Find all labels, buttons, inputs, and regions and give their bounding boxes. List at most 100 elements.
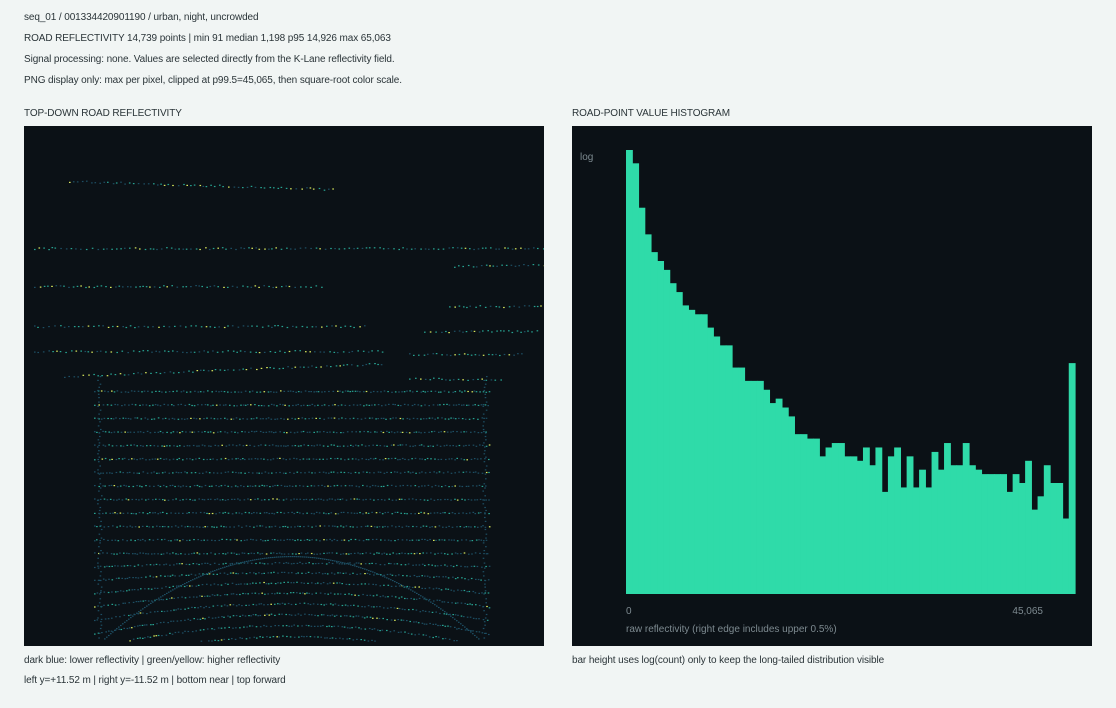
reflectivity-point — [195, 563, 198, 565]
reflectivity-point — [196, 484, 199, 487]
reflectivity-point — [374, 363, 376, 365]
reflectivity-point — [198, 351, 201, 353]
reflectivity-point — [219, 431, 222, 433]
reflectivity-point — [393, 471, 396, 473]
reflectivity-point — [141, 486, 143, 488]
reflectivity-point — [96, 592, 99, 594]
reflectivity-point — [331, 552, 334, 554]
reflectivity-point — [402, 484, 404, 487]
reflectivity-point — [136, 637, 139, 639]
reflectivity-point — [186, 539, 188, 542]
reflectivity-point — [452, 430, 454, 433]
reflectivity-point — [319, 351, 322, 353]
reflectivity-point — [290, 526, 292, 528]
reflectivity-point — [296, 562, 299, 564]
reflectivity-point — [118, 628, 120, 630]
reflectivity-point — [350, 512, 353, 514]
reflectivity-point — [289, 471, 291, 474]
reflectivity-point — [336, 539, 339, 542]
reflectivity-point — [203, 418, 205, 420]
reflectivity-point — [237, 457, 239, 460]
reflectivity-point — [413, 574, 416, 577]
reflectivity-point — [252, 539, 254, 541]
reflectivity-point — [435, 353, 438, 355]
reflectivity-point — [364, 417, 367, 419]
reflectivity-point — [162, 599, 165, 601]
reflectivity-point — [306, 556, 308, 558]
reflectivity-point — [97, 389, 99, 392]
reflectivity-point — [413, 553, 416, 555]
reflectivity-point — [198, 457, 201, 459]
reflectivity-point — [320, 603, 323, 606]
reflectivity-point — [154, 512, 156, 514]
reflectivity-point — [176, 286, 179, 288]
reflectivity-point — [133, 431, 135, 433]
reflectivity-point — [396, 582, 398, 584]
reflectivity-point — [307, 625, 310, 627]
reflectivity-point — [137, 613, 140, 615]
reflectivity-point — [209, 431, 212, 433]
reflectivity-point — [404, 631, 406, 633]
reflectivity-point — [234, 391, 236, 393]
reflectivity-point — [340, 404, 343, 406]
reflectivity-point — [458, 353, 461, 356]
histogram-bar — [713, 336, 721, 594]
reflectivity-point — [424, 378, 427, 380]
reflectivity-point — [97, 248, 100, 251]
reflectivity-point — [156, 538, 159, 540]
reflectivity-point — [213, 418, 216, 420]
reflectivity-point — [244, 351, 246, 353]
histogram-bar — [962, 443, 970, 594]
reflectivity-point — [213, 285, 216, 287]
reflectivity-point — [255, 626, 258, 628]
reflectivity-point — [450, 615, 452, 617]
reflectivity-point — [374, 457, 377, 460]
reflectivity-point — [411, 458, 413, 460]
reflectivity-point — [216, 498, 219, 500]
reflectivity-point — [257, 458, 259, 460]
reflectivity-point — [225, 404, 227, 406]
reflectivity-point — [450, 539, 453, 541]
reflectivity-point — [400, 631, 402, 633]
reflectivity-point — [256, 558, 258, 561]
reflectivity-point — [127, 391, 130, 393]
reflectivity-point — [377, 485, 380, 487]
reflectivity-point — [262, 540, 264, 542]
reflectivity-point — [359, 431, 361, 433]
reflectivity-point — [186, 418, 189, 420]
reflectivity-point — [68, 375, 70, 378]
reflectivity-point — [380, 391, 382, 393]
histogram-bar — [887, 456, 895, 594]
reflectivity-point — [237, 525, 240, 527]
reflectivity-point — [435, 539, 437, 541]
reflectivity-point — [267, 539, 269, 541]
reflectivity-point — [410, 248, 413, 250]
reflectivity-point — [187, 574, 190, 576]
reflectivity-point — [314, 405, 316, 407]
histogram-bar — [806, 438, 814, 594]
reflectivity-point — [227, 552, 229, 554]
histogram-bar — [862, 447, 870, 594]
reflectivity-point — [399, 472, 402, 474]
reflectivity-point — [415, 499, 417, 501]
reflectivity-point — [108, 565, 111, 568]
reflectivity-point — [314, 557, 316, 559]
reflectivity-point — [373, 526, 376, 528]
reflectivity-point — [433, 512, 436, 514]
reflectivity-point — [303, 366, 305, 368]
reflectivity-point — [222, 563, 225, 565]
reflectivity-point — [279, 539, 282, 541]
reflectivity-point — [384, 404, 387, 406]
reflectivity-point — [504, 247, 506, 249]
reflectivity-point — [451, 485, 454, 488]
reflectivity-point — [261, 484, 263, 486]
reflectivity-point — [128, 553, 130, 555]
reflectivity-point — [207, 431, 209, 433]
reflectivity-point — [105, 631, 107, 633]
reflectivity-point — [478, 604, 481, 607]
reflectivity-point — [480, 404, 483, 406]
reflectivity-point — [145, 553, 147, 555]
reflectivity-point — [420, 432, 422, 434]
reflectivity-point — [98, 432, 101, 434]
reflectivity-point — [128, 576, 131, 579]
